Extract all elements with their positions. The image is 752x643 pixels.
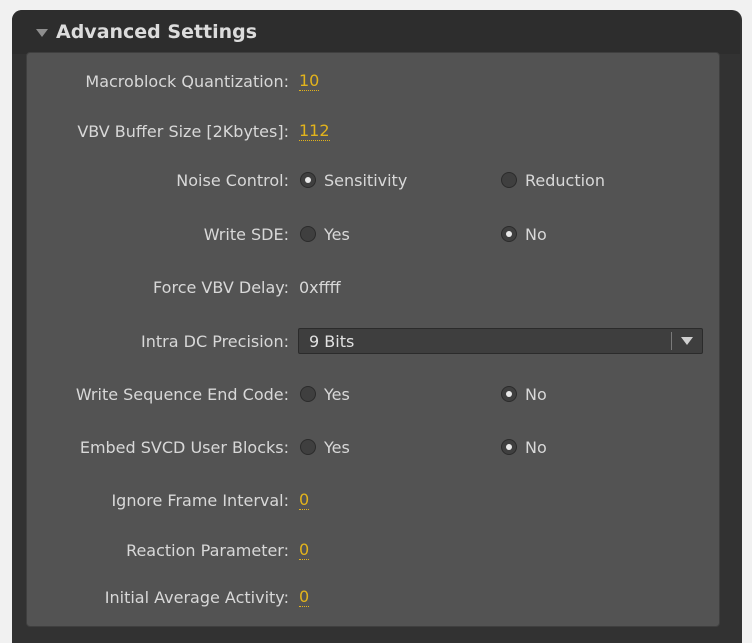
- row-initial-average-activity: Initial Average Activity: 0: [0, 580, 752, 614]
- macroblock-quantization-label: Macroblock Quantization:: [85, 71, 289, 91]
- radio-unselected-icon: [300, 386, 316, 402]
- radio-selected-icon: [501, 386, 517, 402]
- initial-average-activity-label: Initial Average Activity:: [104, 587, 289, 607]
- collapse-triangle-icon[interactable]: [36, 29, 48, 37]
- dropdown-arrow-icon[interactable]: [672, 337, 702, 345]
- macroblock-quantization-value[interactable]: 10: [299, 71, 320, 91]
- row-intra-dc-precision: Intra DC Precision: 9 Bits: [0, 324, 752, 358]
- write-sequence-end-code-no-radio[interactable]: No: [501, 385, 547, 404]
- app-frame: Advanced Settings Macroblock Quantizatio…: [0, 0, 752, 643]
- intra-dc-precision-selected: 9 Bits: [309, 331, 355, 351]
- row-write-sde: Write SDE: Yes No: [0, 217, 752, 251]
- write-sequence-end-code-yes-radio[interactable]: Yes: [300, 385, 350, 404]
- row-ignore-frame-interval: Ignore Frame Interval: 0: [0, 483, 752, 517]
- radio-unselected-icon: [501, 172, 517, 188]
- noise-control-sensitivity-label: Sensitivity: [324, 170, 408, 190]
- write-sde-yes-radio[interactable]: Yes: [300, 225, 350, 244]
- reaction-parameter-label: Reaction Parameter:: [126, 540, 289, 560]
- noise-control-label: Noise Control:: [176, 170, 289, 190]
- write-sequence-end-code-yes-label: Yes: [324, 384, 350, 404]
- embed-svcd-user-blocks-yes-label: Yes: [324, 437, 350, 457]
- radio-selected-icon: [501, 226, 517, 242]
- force-vbv-delay-value: 0xffff: [299, 277, 341, 297]
- write-sequence-end-code-label: Write Sequence End Code:: [75, 384, 289, 404]
- noise-control-reduction-label: Reduction: [525, 170, 605, 190]
- initial-average-activity-value[interactable]: 0: [299, 587, 310, 607]
- intra-dc-precision-dropdown[interactable]: 9 Bits: [298, 328, 703, 354]
- radio-unselected-icon: [300, 439, 316, 455]
- write-sequence-end-code-no-label: No: [525, 384, 547, 404]
- embed-svcd-user-blocks-no-radio[interactable]: No: [501, 438, 547, 457]
- row-noise-control: Noise Control: Sensitivity Reduction: [0, 163, 752, 197]
- row-vbv-buffer-size: VBV Buffer Size [2Kbytes]: 112: [0, 114, 752, 148]
- vbv-buffer-size-label: VBV Buffer Size [2Kbytes]:: [77, 121, 289, 141]
- row-reaction-parameter: Reaction Parameter: 0: [0, 533, 752, 567]
- vbv-buffer-size-value[interactable]: 112: [299, 121, 330, 141]
- noise-control-reduction-radio[interactable]: Reduction: [501, 171, 605, 190]
- radio-selected-icon: [300, 172, 316, 188]
- write-sde-label: Write SDE:: [203, 224, 289, 244]
- radio-selected-icon: [501, 439, 517, 455]
- write-sde-no-label: No: [525, 224, 547, 244]
- row-embed-svcd-user-blocks: Embed SVCD User Blocks: Yes No: [0, 430, 752, 464]
- radio-unselected-icon: [300, 226, 316, 242]
- panel-header[interactable]: Advanced Settings: [12, 10, 740, 54]
- embed-svcd-user-blocks-yes-radio[interactable]: Yes: [300, 438, 350, 457]
- embed-svcd-user-blocks-label: Embed SVCD User Blocks:: [79, 437, 289, 457]
- chevron-down-icon: [681, 337, 693, 345]
- force-vbv-delay-label: Force VBV Delay:: [153, 277, 289, 297]
- intra-dc-precision-label: Intra DC Precision:: [141, 331, 289, 351]
- ignore-frame-interval-value[interactable]: 0: [299, 490, 310, 510]
- write-sde-no-radio[interactable]: No: [501, 225, 547, 244]
- row-write-sequence-end-code: Write Sequence End Code: Yes No: [0, 377, 752, 411]
- ignore-frame-interval-label: Ignore Frame Interval:: [111, 490, 289, 510]
- embed-svcd-user-blocks-no-label: No: [525, 437, 547, 457]
- row-macroblock-quantization: Macroblock Quantization: 10: [0, 64, 752, 98]
- noise-control-sensitivity-radio[interactable]: Sensitivity: [300, 171, 407, 190]
- write-sde-yes-label: Yes: [324, 224, 350, 244]
- reaction-parameter-value[interactable]: 0: [299, 540, 310, 560]
- panel-title: Advanced Settings: [56, 21, 258, 43]
- row-force-vbv-delay: Force VBV Delay: 0xffff: [0, 270, 752, 304]
